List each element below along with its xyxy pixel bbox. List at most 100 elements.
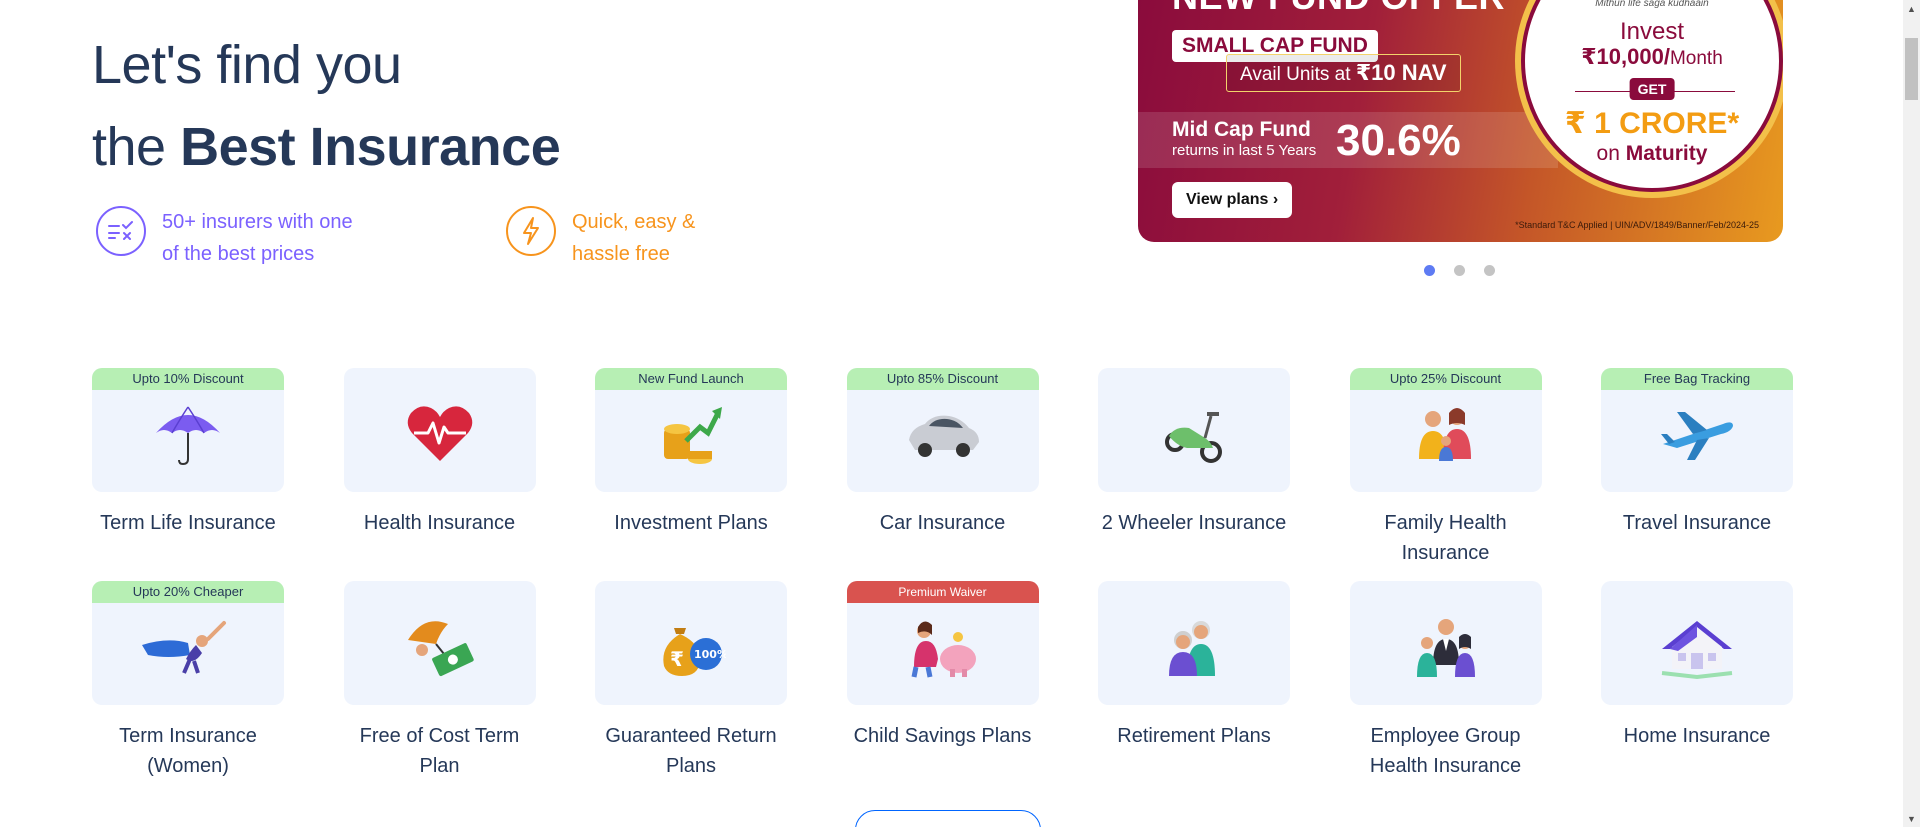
employees-icon <box>1416 619 1475 677</box>
product-employee-group-health[interactable]: Employee Group Health Insurance <box>1349 581 1542 794</box>
banner-invest-amount: ₹10,000/Month <box>1525 44 1779 70</box>
product-health[interactable]: Health Insurance <box>343 368 536 581</box>
scooter-icon <box>1165 412 1222 463</box>
product-tile: Premium Waiver <box>846 581 1039 705</box>
banner-invest-label: Invest <box>1619 18 1685 45</box>
product-free-term[interactable]: Free of Cost Term Plan <box>343 581 536 794</box>
hero-line-2: the Best Insurance <box>92 106 561 188</box>
product-home[interactable]: Home Insurance <box>1601 581 1793 794</box>
discount-badge: Upto 85% Discount <box>846 368 1039 390</box>
umbrella-icon <box>156 406 220 466</box>
product-label: Home Insurance <box>1623 725 1771 747</box>
carousel-dots <box>1424 265 1495 276</box>
carousel-dot-2[interactable] <box>1454 265 1465 276</box>
banner-invest-amount-value: ₹10,000/ <box>1581 44 1670 69</box>
product-travel[interactable]: Free Bag Tracking Travel Insurance <box>1601 368 1793 581</box>
premium-waiver-badge: Premium Waiver <box>846 581 1039 603</box>
banner-return-pct: 30.6% <box>1336 116 1461 165</box>
product-label: Investment Plans <box>614 512 768 534</box>
discount-badge: Free Bag Tracking <box>1601 368 1793 390</box>
discount-badge: Upto 25% Discount <box>1349 368 1542 390</box>
product-guaranteed-return[interactable]: ₹100% Guaranteed Return Plans <box>595 581 787 794</box>
product-child-savings[interactable]: Premium Waiver Child Savings Plans <box>846 581 1039 794</box>
hero-line-2-bold: Best Insurance <box>180 117 561 177</box>
view-plans-button[interactable]: View plans › <box>1172 182 1293 218</box>
banner-invest-period: Month <box>1669 48 1723 69</box>
product-retirement[interactable]: Retirement Plans <box>1098 581 1290 794</box>
product-label: Free of Cost Term Plan <box>359 725 520 777</box>
product-tile: ₹100% <box>595 581 787 705</box>
product-label: Guaranteed Return Plans <box>605 725 777 777</box>
page-scrollbar[interactable]: ▲ ▼ <box>1903 0 1920 827</box>
product-investment[interactable]: New Fund Launch Investment Plans <box>595 368 787 581</box>
banner-nav-offer: Avail Units at ₹10 NAV <box>1226 54 1461 92</box>
banner-crore: ₹ 1 CRORE* <box>1564 107 1740 140</box>
house-icon <box>1661 621 1733 679</box>
feature-best-prices-text: 50+ insurers with one of the best prices <box>162 206 402 270</box>
product-two-wheeler[interactable]: 2 Wheeler Insurance <box>1098 368 1290 581</box>
product-tile <box>1098 368 1290 492</box>
feature-hassle-free: Quick, easy & hassle free <box>506 206 722 270</box>
banner-maturity-prefix: on <box>1596 142 1626 165</box>
product-grid: Upto 10% Discount Term Life Insurance He… <box>92 368 1793 794</box>
compare-icon <box>96 206 146 256</box>
product-label: Child Savings Plans <box>853 725 1032 747</box>
product-tile <box>1601 581 1793 705</box>
feature-hassle-free-text: Quick, easy & hassle free <box>572 206 722 270</box>
hero-line-1: Let's find you <box>92 35 402 95</box>
airplane-icon <box>1661 412 1733 460</box>
view-all-products-button[interactable] <box>855 810 1041 827</box>
car-icon <box>908 415 979 457</box>
hero-line-2-prefix: the <box>92 117 181 177</box>
svg-text:100%: 100% <box>694 648 726 661</box>
discount-badge: Upto 20% Cheaper <box>92 581 284 603</box>
carousel-dot-3[interactable] <box>1484 265 1495 276</box>
product-tile <box>343 581 536 705</box>
carousel-dot-1[interactable] <box>1424 265 1435 276</box>
product-label: Car Insurance <box>879 512 1006 534</box>
feature-text-line: 50+ insurers with one <box>162 211 353 233</box>
piggy-bank-icon <box>911 621 976 678</box>
discount-badge: Upto 10% Discount <box>92 368 284 390</box>
feature-text-line: of the best prices <box>162 243 315 265</box>
heartbeat-icon <box>407 406 472 461</box>
product-label: Term Insurance (Women) <box>119 725 257 777</box>
banner-nav-prefix: Avail Units at <box>1240 64 1356 85</box>
product-tile: Upto 25% Discount <box>1349 368 1542 492</box>
scroll-down-arrow-icon[interactable]: ▼ <box>1903 810 1920 827</box>
svg-text:₹: ₹ <box>670 647 684 671</box>
product-term-life[interactable]: Upto 10% Discount Term Life Insurance <box>92 368 284 581</box>
feature-text-line: Quick, easy & <box>572 211 696 233</box>
discount-badge: New Fund Launch <box>595 368 787 390</box>
product-tile: Upto 10% Discount <box>92 368 284 492</box>
product-tile: Free Bag Tracking <box>1601 368 1793 492</box>
product-label: Family Health Insurance <box>1384 512 1507 564</box>
banner-maturity: on Maturity <box>1525 142 1779 166</box>
banner-title: NEW FUND OFFER <box>1172 0 1505 18</box>
scroll-thumb[interactable] <box>1905 38 1918 100</box>
product-family-health[interactable]: Upto 25% Discount Family Health Insuranc… <box>1349 368 1542 581</box>
feature-best-prices: 50+ insurers with one of the best prices <box>96 206 402 270</box>
banner-midcap-title: Mid Cap Fund <box>1172 118 1311 141</box>
product-tile: Upto 20% Cheaper <box>92 581 284 705</box>
product-tile <box>343 368 536 492</box>
product-car[interactable]: Upto 85% Discount Car Insurance <box>846 368 1039 581</box>
coins-growth-icon <box>664 407 722 464</box>
banner-tagline: Mithun life saga kudhaain <box>1595 0 1709 9</box>
product-label: Travel Insurance <box>1622 512 1772 534</box>
scroll-up-arrow-icon[interactable]: ▲ <box>1903 0 1920 17</box>
product-term-women[interactable]: Upto 20% Cheaper Term Insurance (Women) <box>92 581 284 794</box>
banner-disclaimer: *Standard T&C Applied | UIN/ADV/1849/Ban… <box>1515 220 1759 230</box>
family-icon <box>1418 408 1471 461</box>
product-label: 2 Wheeler Insurance <box>1101 512 1287 534</box>
lightning-icon <box>506 206 556 256</box>
promo-banner[interactable]: NEW FUND OFFER SMALL CAP FUND Avail Unit… <box>1138 0 1783 242</box>
banner-midcap: Mid Cap Fund returns in last 5 Years <box>1172 118 1316 160</box>
superwoman-icon <box>142 621 226 674</box>
product-tile <box>1098 581 1290 705</box>
product-tile: Upto 85% Discount <box>846 368 1039 492</box>
product-tile: New Fund Launch <box>595 368 787 492</box>
product-tile <box>1349 581 1542 705</box>
banner-nav-value: ₹10 NAV <box>1355 60 1447 85</box>
product-label: Health Insurance <box>363 512 516 534</box>
